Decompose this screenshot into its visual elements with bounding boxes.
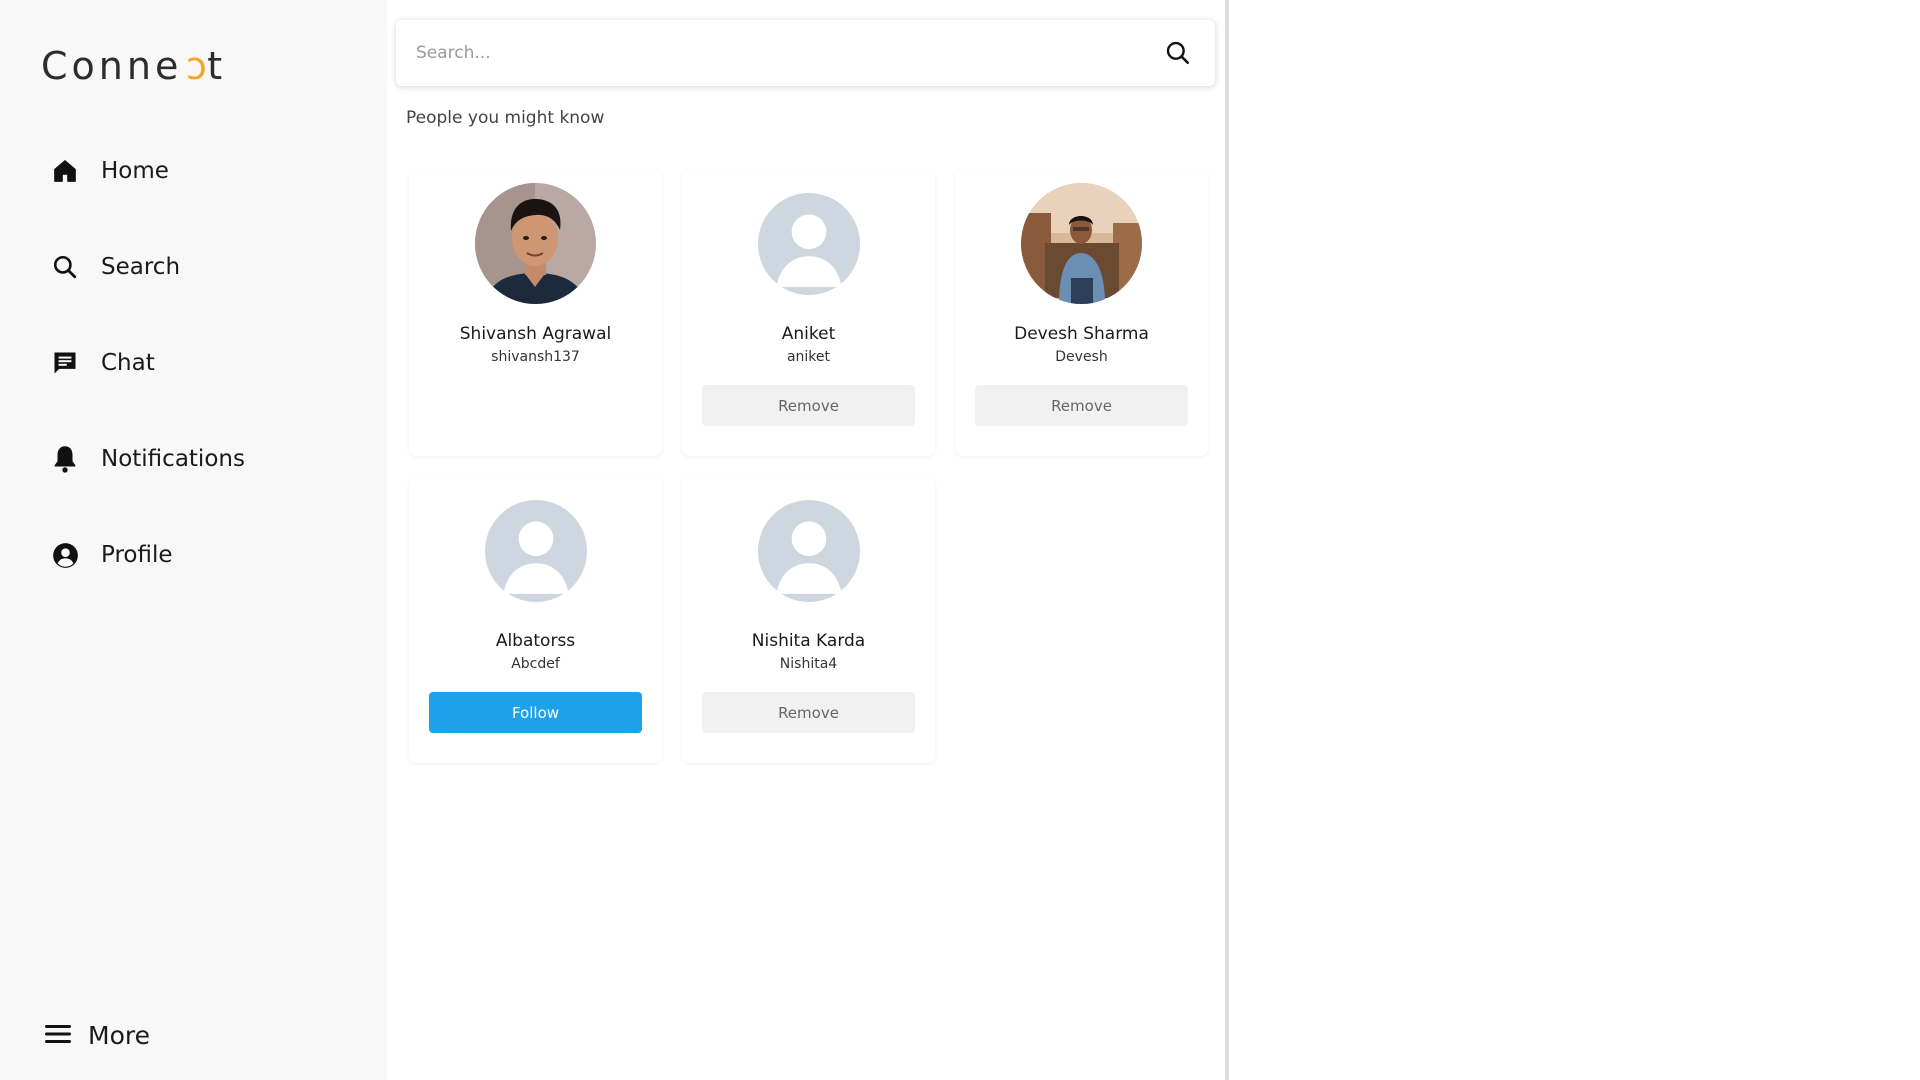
hamburger-menu-icon — [44, 1022, 72, 1050]
sidebar-item-notifications[interactable]: Notifications — [50, 444, 245, 474]
avatar[interactable] — [475, 183, 596, 304]
follow-button[interactable]: Follow — [429, 692, 642, 733]
avatar[interactable] — [475, 490, 596, 611]
sidebar-item-profile[interactable]: Profile — [50, 540, 173, 570]
person-handle: shivansh137 — [491, 349, 580, 365]
bell-icon — [50, 444, 80, 474]
sidebar-item-label: Profile — [101, 542, 173, 568]
logo-text-prefix: Conne — [41, 44, 183, 88]
app-logo[interactable]: Connect — [41, 44, 226, 88]
person-card: Aniket aniket Remove — [682, 169, 935, 456]
person-card: Shivansh Agrawal shivansh137 — [409, 169, 662, 456]
person-handle: aniket — [786, 349, 831, 365]
person-card: Devesh Sharma Devesh Remove — [955, 169, 1208, 456]
sidebar-item-label: Home — [101, 158, 169, 184]
avatar[interactable] — [748, 490, 869, 611]
sidebar-item-label: Chat — [101, 350, 155, 376]
remove-button[interactable]: Remove — [702, 385, 915, 426]
sidebar-item-home[interactable]: Home — [50, 156, 169, 186]
user-circle-icon — [50, 540, 80, 570]
sidebar-item-label: Search — [101, 254, 181, 280]
sidebar-item-label: More — [88, 1021, 150, 1050]
search-input[interactable] — [416, 43, 1163, 63]
person-name: Aniket — [781, 324, 836, 344]
person-card: Albatorss Abcdef Follow — [409, 476, 662, 763]
column-divider — [1225, 0, 1229, 1080]
logo-text-suffix: t — [207, 44, 227, 88]
sidebar: Connect Home Search Chat Notifications P… — [0, 0, 387, 1080]
avatar[interactable] — [1021, 183, 1142, 304]
person-name: Nishita Karda — [751, 631, 866, 651]
person-name: Albatorss — [495, 631, 576, 651]
remove-button[interactable]: Remove — [702, 692, 915, 733]
section-title: People you might know — [406, 108, 605, 128]
person-card: Nishita Karda Nishita4 Remove — [682, 476, 935, 763]
home-icon — [50, 156, 80, 186]
sidebar-item-label: Notifications — [101, 446, 245, 472]
search-icon — [50, 252, 80, 282]
logo-text-accent: c — [182, 44, 208, 88]
sidebar-item-chat[interactable]: Chat — [50, 348, 155, 378]
person-name: Shivansh Agrawal — [459, 324, 612, 344]
person-handle: Nishita4 — [779, 656, 838, 672]
user-placeholder-icon — [757, 499, 860, 602]
chat-icon — [50, 348, 80, 378]
user-placeholder-icon — [757, 192, 860, 295]
user-placeholder-icon — [484, 499, 587, 602]
remove-button[interactable]: Remove — [975, 385, 1188, 426]
avatar[interactable] — [748, 183, 869, 304]
person-handle: Devesh — [1055, 349, 1108, 365]
search-bar — [396, 20, 1215, 86]
search-icon[interactable] — [1163, 38, 1193, 68]
person-name: Devesh Sharma — [1014, 324, 1149, 344]
sidebar-item-search[interactable]: Search — [50, 252, 180, 282]
person-handle: Abcdef — [511, 656, 560, 672]
sidebar-item-more[interactable]: More — [44, 1021, 150, 1050]
